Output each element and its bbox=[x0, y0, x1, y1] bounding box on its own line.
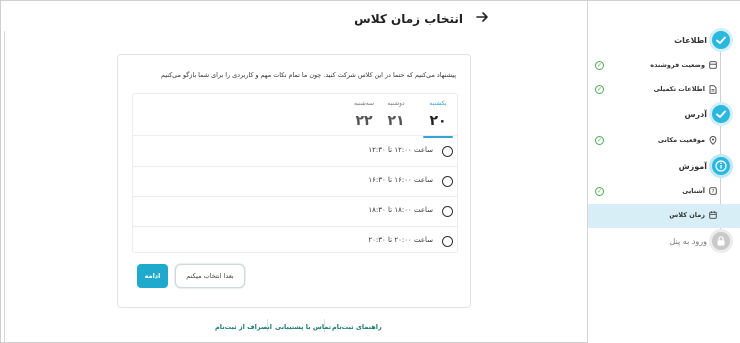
check-circle-icon: ✓ bbox=[595, 187, 604, 196]
arrow-right-icon[interactable] bbox=[475, 9, 489, 27]
cancel-registration-link[interactable]: انصراف از ثبت‌نام bbox=[215, 323, 272, 331]
day-tab-monday[interactable]: دوشنبه ۲۱ bbox=[381, 100, 411, 129]
day-number: ۲۲ bbox=[355, 113, 373, 129]
step-title-address[interactable]: آدرس bbox=[685, 110, 708, 119]
step-title-training[interactable]: آموزش bbox=[679, 162, 707, 171]
hint-text: پیشنهاد می‌کنیم که حتما در این کلاس شرکت… bbox=[161, 71, 456, 79]
svg-text:?: ? bbox=[712, 189, 715, 195]
time-picker: یکشنبه ۲۰ دوشنبه ۲۱ سه‌شنبه ۲۲ ساعت ۱۲:۰… bbox=[132, 93, 458, 253]
time-slot[interactable]: ساعت ۱۸:۰۰ تا ۱۸:۳۰ bbox=[133, 197, 457, 227]
check-circle-icon: ✓ bbox=[595, 136, 604, 145]
sidebar-item-location[interactable]: موقعیت مکانی ✓ bbox=[588, 130, 740, 152]
sidebar-item-seller-status[interactable]: وضعیت فروشنده ✓ bbox=[588, 55, 740, 77]
sidebar-item-label: آشنایی bbox=[682, 187, 705, 195]
contact-support-link[interactable]: تماس با پشتیبانی bbox=[275, 323, 331, 331]
sidebar-item-extra-info[interactable]: اطلاعات تکمیلی ✓ bbox=[588, 79, 740, 101]
day-name: دوشنبه bbox=[387, 100, 405, 107]
day-tab-sunday[interactable]: یکشنبه ۲۰ bbox=[419, 100, 457, 138]
lock-icon bbox=[712, 232, 730, 250]
day-name: سه‌شنبه bbox=[353, 100, 375, 107]
check-circle-icon: ✓ bbox=[595, 61, 604, 70]
check-circle-icon: ✓ bbox=[595, 85, 604, 94]
sidebar-item-label: اطلاعات تکمیلی bbox=[653, 85, 705, 93]
time-slot[interactable]: ساعت ۲۰:۰۰ تا ۲۰:۳۰ bbox=[133, 227, 457, 257]
info-icon bbox=[712, 157, 730, 175]
sidebar-item-label: موقعیت مکانی bbox=[657, 136, 705, 144]
stepper-sidebar: اطلاعات وضعیت فروشنده ✓ اطلاعات تکمیلی ✓… bbox=[587, 1, 740, 343]
store-icon bbox=[709, 61, 717, 71]
location-icon bbox=[709, 136, 717, 147]
class-time-card: پیشنهاد می‌کنیم که حتما در این کلاس شرکت… bbox=[117, 54, 471, 308]
time-slot-label: ساعت ۱۲:۰۰ تا ۱۲:۳۰ bbox=[368, 146, 433, 154]
main-content: انتخاب زمان کلاس پیشنهاد می‌کنیم که حتما… bbox=[1, 1, 587, 343]
radio-button[interactable] bbox=[442, 176, 453, 187]
radio-button[interactable] bbox=[442, 236, 453, 247]
choose-later-button[interactable]: بعدا انتخاب میکنم bbox=[175, 264, 245, 288]
step-title-panel-login: ورود به پنل bbox=[669, 237, 707, 246]
day-number: ۲۰ bbox=[429, 113, 447, 129]
sidebar-item-label: زمان کلاس bbox=[669, 211, 705, 219]
time-slot[interactable]: ساعت ۱۶:۰۰ تا ۱۶:۳۰ bbox=[133, 167, 457, 197]
time-slot[interactable]: ساعت ۱۲:۰۰ تا ۱۲:۳۰ bbox=[133, 137, 457, 167]
check-icon bbox=[712, 31, 730, 49]
sidebar-item-class-time[interactable]: زمان کلاس bbox=[588, 204, 740, 228]
check-icon bbox=[712, 105, 730, 123]
step-title-info[interactable]: اطلاعات bbox=[674, 36, 707, 45]
radio-button[interactable] bbox=[442, 146, 453, 157]
sidebar-item-label: وضعیت فروشنده bbox=[650, 61, 705, 69]
time-slot-label: ساعت ۱۶:۰۰ تا ۱۶:۳۰ bbox=[368, 176, 433, 184]
sidebar-item-intro[interactable]: ? آشنایی ✓ bbox=[588, 181, 740, 203]
document-icon bbox=[709, 85, 717, 96]
day-tabs: یکشنبه ۲۰ دوشنبه ۲۱ سه‌شنبه ۲۲ bbox=[133, 94, 457, 138]
left-divider bbox=[1, 31, 5, 343]
day-number: ۲۱ bbox=[387, 113, 405, 129]
registration-guide-link[interactable]: راهنمای ثبت‌نام bbox=[332, 323, 382, 331]
help-icon: ? bbox=[709, 187, 717, 197]
continue-button[interactable]: ادامه bbox=[137, 264, 168, 288]
radio-button[interactable] bbox=[442, 206, 453, 217]
day-name: یکشنبه bbox=[429, 100, 447, 107]
time-slot-label: ساعت ۲۰:۰۰ تا ۲۰:۳۰ bbox=[368, 236, 433, 244]
page-title: انتخاب زمان کلاس bbox=[354, 12, 463, 26]
time-slot-label: ساعت ۱۸:۰۰ تا ۱۸:۳۰ bbox=[368, 206, 433, 214]
day-tab-tuesday[interactable]: سه‌شنبه ۲۲ bbox=[349, 100, 379, 129]
calendar-icon bbox=[709, 211, 717, 221]
